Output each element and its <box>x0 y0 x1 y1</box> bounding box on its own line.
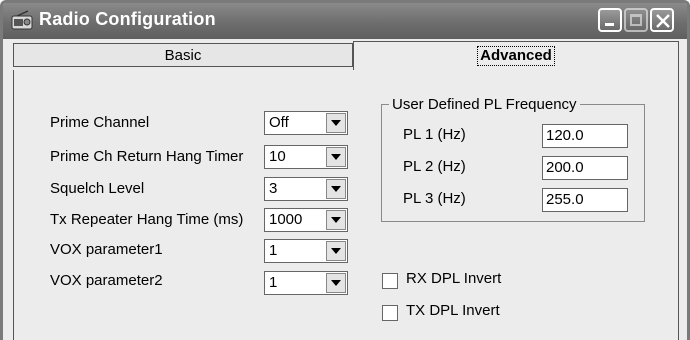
vox-parameter1-value: 1 <box>269 242 278 259</box>
pl-frequency-group-title: User Defined PL Frequency <box>389 96 580 113</box>
tx-dpl-invert-label: TX DPL Invert <box>406 302 500 319</box>
pl2-input[interactable]: 200.0 <box>542 156 628 180</box>
pl2-label: PL 2 (Hz) <box>403 158 466 175</box>
tx-dpl-invert-checkbox[interactable] <box>382 305 398 321</box>
radio-app-icon <box>11 10 33 30</box>
pl3-label: PL 3 (Hz) <box>403 190 466 207</box>
chevron-down-icon <box>331 186 341 192</box>
close-button[interactable] <box>650 8 674 32</box>
pl1-input[interactable]: 120.0 <box>542 124 628 148</box>
tab-basic-label: Basic <box>164 47 202 64</box>
chevron-down-icon <box>331 154 341 160</box>
chevron-down-icon <box>331 280 341 286</box>
dropdown-button[interactable] <box>326 113 346 133</box>
vox-parameter2-label: VOX parameter2 <box>50 272 163 289</box>
title-bar[interactable]: Radio Configuration <box>3 3 687 39</box>
squelch-level-label: Squelch Level <box>50 180 145 197</box>
tab-advanced[interactable]: Advanced <box>353 41 679 71</box>
dropdown-button[interactable] <box>326 147 346 167</box>
vox-parameter2-select[interactable]: 1 <box>264 271 348 295</box>
tx-repeater-hang-time-select[interactable]: 1000 <box>264 208 348 232</box>
pl3-input[interactable]: 255.0 <box>542 188 628 212</box>
minimize-button[interactable] <box>598 8 622 32</box>
dropdown-button[interactable] <box>326 179 346 199</box>
window-title: Radio Configuration <box>39 9 216 29</box>
tx-repeater-hang-time-value: 1000 <box>269 211 303 228</box>
vox-parameter2-value: 1 <box>269 274 278 291</box>
vox-parameter1-label: VOX parameter1 <box>50 241 163 258</box>
dropdown-button[interactable] <box>326 273 346 293</box>
prime-channel-label: Prime Channel <box>50 114 150 131</box>
close-icon <box>656 14 670 28</box>
squelch-level-value: 3 <box>269 180 278 197</box>
pl1-label: PL 1 (Hz) <box>403 126 466 143</box>
dropdown-button[interactable] <box>326 210 346 230</box>
rx-dpl-invert-label: RX DPL Invert <box>406 270 502 287</box>
prime-channel-value: Off <box>269 114 289 131</box>
tab-advanced-label: Advanced <box>477 46 555 66</box>
tx-repeater-hang-time-label: Tx Repeater Hang Time (ms) <box>50 211 244 228</box>
rx-dpl-invert-checkbox[interactable] <box>382 273 398 289</box>
chevron-down-icon <box>331 248 341 254</box>
prime-ch-return-hang-timer-select[interactable]: 10 <box>264 145 348 169</box>
prime-ch-return-hang-timer-label: Prime Ch Return Hang Timer <box>50 148 244 165</box>
tab-basic[interactable]: Basic <box>13 43 353 67</box>
radio-configuration-window: Radio Configuration Basic Advanced Prime… <box>0 0 690 340</box>
tab-bar: Basic Advanced <box>3 39 687 71</box>
chevron-down-icon <box>331 120 341 126</box>
squelch-level-select[interactable]: 3 <box>264 177 348 201</box>
prime-channel-select[interactable]: Off <box>264 111 348 135</box>
maximize-button <box>624 8 648 32</box>
prime-ch-return-hang-timer-value: 10 <box>269 148 286 165</box>
advanced-panel: Prime Channel Off Prime Ch Return Hang T… <box>13 70 679 340</box>
chevron-down-icon <box>331 217 341 223</box>
dropdown-button[interactable] <box>326 241 346 261</box>
vox-parameter1-select[interactable]: 1 <box>264 239 348 263</box>
